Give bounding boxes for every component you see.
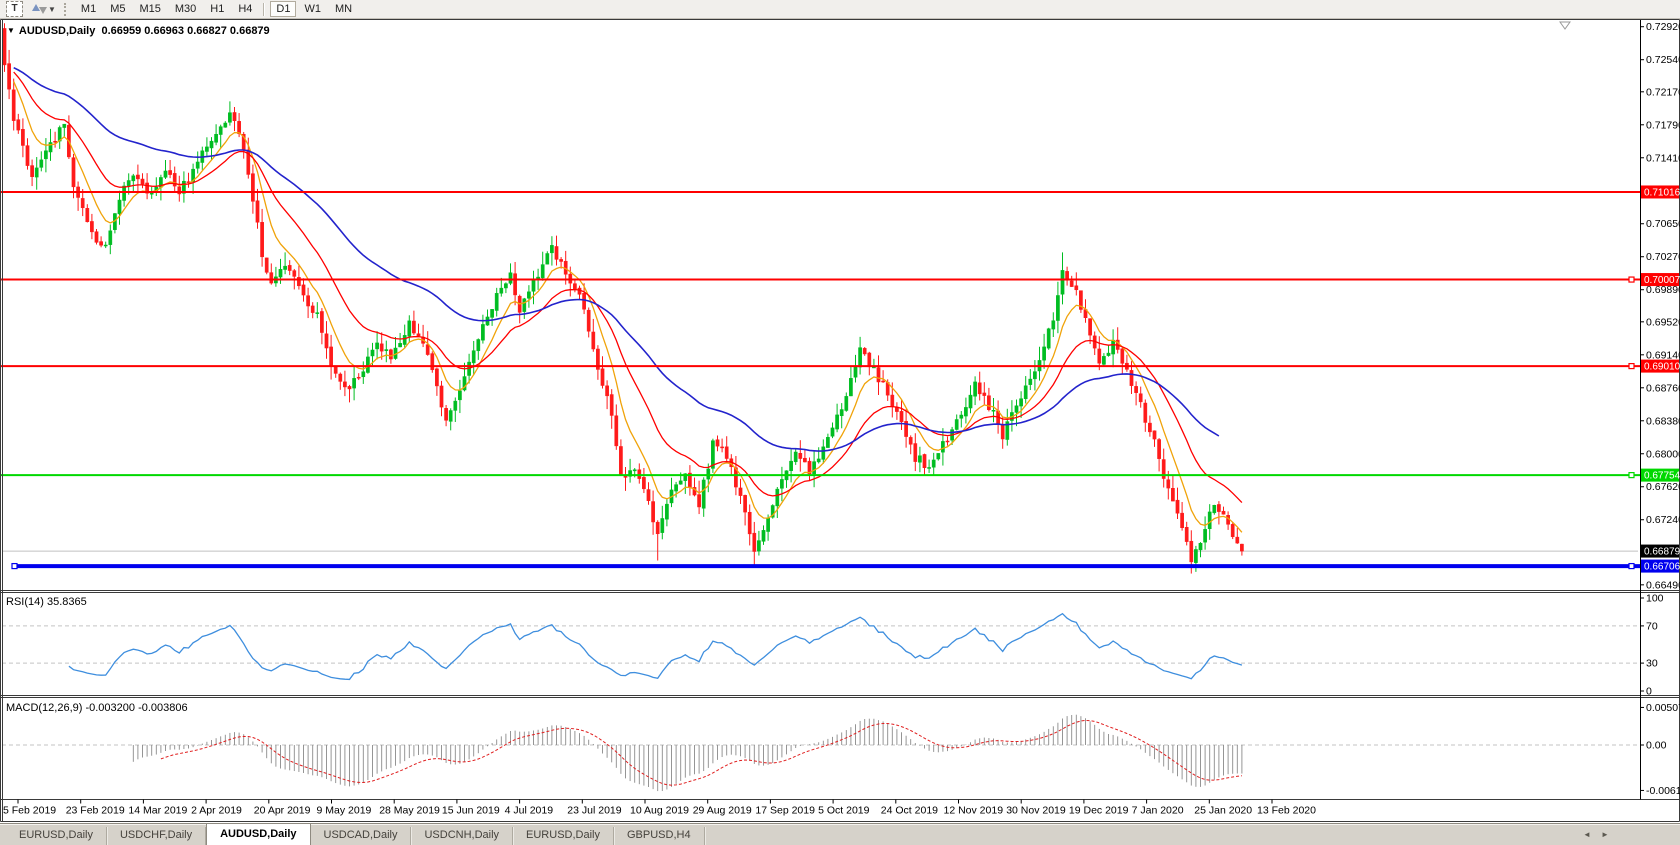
price-tick-label: 0.69140 [1646, 349, 1680, 361]
date-tick-label: 5 Feb 2019 [3, 805, 56, 817]
hline-endpoint-marker[interactable] [1629, 473, 1634, 478]
timeframe-button-m1[interactable]: M1 [75, 1, 102, 17]
terminal-window: T ▼ M1M5M15M30H1H4 D1W1MN 0.72920 0.72540… [0, 0, 1680, 845]
date-tick-label: 4 Jul 2019 [505, 805, 554, 817]
date-tick-label: 25 Jan 2020 [1194, 805, 1252, 817]
date-tick-label: 28 May 2019 [379, 805, 440, 817]
price-tick-label: 0.71790 [1646, 119, 1680, 131]
timeframe-button-h1[interactable]: H1 [204, 1, 230, 17]
price-tick-label: 0.68000 [1646, 448, 1680, 460]
rsi-tick-label: 30 [1646, 658, 1658, 670]
timeframe-button-w1[interactable]: W1 [298, 1, 327, 17]
chart-tab-usdchf-daily[interactable]: USDCHF,Daily [107, 827, 206, 845]
date-tick-label: 23 Feb 2019 [66, 805, 125, 817]
hline-endpoint-marker[interactable] [1629, 364, 1634, 369]
hline-endpoint-marker[interactable] [1629, 277, 1634, 282]
timeframe-button-m15[interactable]: M15 [133, 1, 166, 17]
timeframe-button-m30[interactable]: M30 [169, 1, 202, 17]
price-badge-label: 0.71016 [1644, 187, 1680, 198]
chevron-down-icon[interactable]: ▼ [48, 5, 56, 14]
chart-canvas[interactable] [0, 19, 1680, 823]
chart-tab-eurusd-daily[interactable]: EURUSD,Daily [513, 827, 614, 845]
price-tick-label: 0.66490 [1646, 579, 1680, 591]
date-tick-label: 29 Aug 2019 [693, 805, 752, 817]
date-tick-label: 2 Apr 2019 [191, 805, 242, 817]
price-tick-label: 0.72540 [1646, 54, 1680, 66]
chart-tab-usdcad-daily[interactable]: USDCAD,Daily [311, 827, 412, 845]
price-badge-label: 0.70007 [1644, 275, 1680, 286]
price-tick-label: 0.69520 [1646, 316, 1680, 328]
macd-tick-label: 0.005076 [1646, 702, 1680, 714]
price-tick-label: 0.70650 [1646, 218, 1680, 230]
price-tick-label: 0.68760 [1646, 382, 1680, 394]
date-tick-label: 24 Oct 2019 [881, 805, 938, 817]
toolbar-separator [263, 3, 265, 16]
tab-scroll-left-button[interactable]: ◄ [1580, 828, 1594, 842]
timeframe-button-h4[interactable]: H4 [232, 1, 258, 17]
date-tick-label: 7 Jan 2020 [1132, 805, 1184, 817]
price-tick-label: 0.72920 [1646, 21, 1680, 33]
price-tick-label: 0.67240 [1646, 514, 1680, 526]
chart-tab-audusd-daily[interactable]: AUDUSD,Daily [206, 823, 310, 845]
date-tick-label: 19 Dec 2019 [1069, 805, 1129, 817]
date-tick-label: 17 Sep 2019 [755, 805, 815, 817]
toolbar-handle[interactable] [64, 3, 69, 16]
hline-endpoint-marker[interactable] [12, 564, 17, 569]
date-tick-label: 30 Nov 2019 [1006, 805, 1066, 817]
chart-tab-eurusd-daily[interactable]: EURUSD,Daily [6, 827, 107, 845]
macd-tick-label: 0.00 [1646, 740, 1667, 752]
price-tick-label: 0.70270 [1646, 251, 1680, 263]
rsi-tick-label: 0 [1646, 686, 1652, 698]
price-tick-label: 0.72170 [1646, 86, 1680, 98]
date-tick-label: 9 May 2019 [317, 805, 372, 817]
date-tick-label: 14 Mar 2019 [128, 805, 187, 817]
text-tool-button[interactable]: T [6, 1, 23, 17]
tab-scroll-right-button[interactable]: ► [1598, 828, 1612, 842]
price-tick-label: 0.71410 [1646, 152, 1680, 164]
timeframe-toolbar: T ▼ M1M5M15M30H1H4 D1W1MN [0, 0, 1680, 19]
macd-tick-label: -0.00614 [1646, 785, 1680, 797]
price-badge-label: 0.66706 [1644, 562, 1680, 573]
arrows-tool-icon[interactable] [31, 2, 47, 16]
date-tick-label: 20 Apr 2019 [254, 805, 311, 817]
date-tick-label: 5 Oct 2019 [818, 805, 870, 817]
timeframe-button-m5[interactable]: M5 [104, 1, 131, 17]
date-tick-label: 15 Jun 2019 [442, 805, 500, 817]
price-badge-label: 0.67754 [1644, 471, 1680, 482]
chart-area[interactable]: 0.72920 0.72540 0.72170 0.71790 0.71410 0.706… [0, 19, 1680, 823]
timeframe-button-mn[interactable]: MN [329, 1, 358, 17]
price-badge-label: 0.66879 [1644, 547, 1680, 558]
date-tick-label: 12 Nov 2019 [944, 805, 1004, 817]
hline-endpoint-marker[interactable] [1629, 564, 1634, 569]
rsi-tick-label: 100 [1646, 593, 1664, 605]
date-tick-label: 10 Aug 2019 [630, 805, 689, 817]
timeframe-button-d1[interactable]: D1 [270, 1, 296, 17]
rsi-tick-label: 70 [1646, 620, 1658, 632]
chart-tab-usdcnh-daily[interactable]: USDCNH,Daily [411, 827, 513, 845]
chart-tab-gbpusd-h4[interactable]: GBPUSD,H4 [614, 827, 705, 845]
price-tick-label: 0.68380 [1646, 415, 1680, 427]
date-tick-label: 23 Jul 2019 [567, 805, 621, 817]
date-tick-label: 13 Feb 2020 [1257, 805, 1316, 817]
chart-tab-bar: EURUSD,DailyUSDCHF,DailyAUDUSD,DailyUSDC… [0, 823, 1680, 845]
price-tick-label: 0.67620 [1646, 481, 1680, 493]
price-badge-label: 0.69010 [1644, 362, 1680, 373]
